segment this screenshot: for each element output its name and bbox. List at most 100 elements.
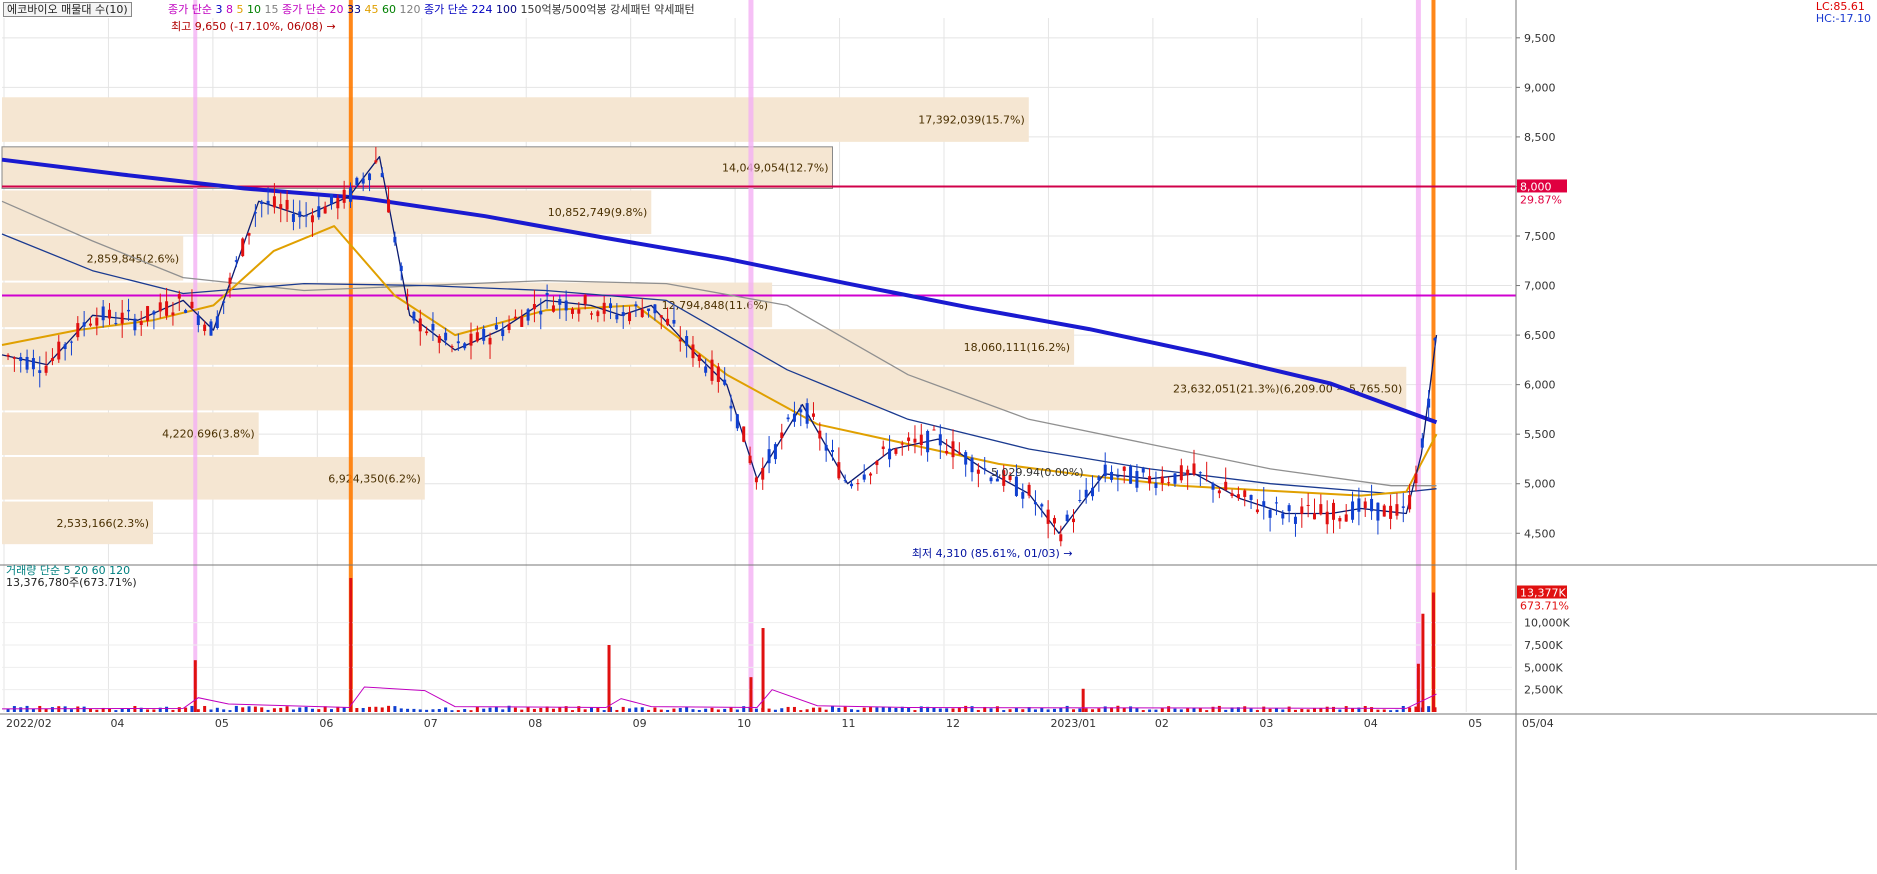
candle-body [748,455,752,464]
volume-bar [1249,708,1253,712]
volume-bar [697,709,701,712]
candle-body [393,236,397,243]
price-badge-label: 8,000 [1520,180,1552,193]
chart-title-box[interactable]: 에코바이오 매물대 수(10) [3,1,132,17]
candle-body [551,305,555,312]
volume-bar [786,706,790,712]
candle-body [964,452,968,465]
candle-body [171,312,175,316]
candle-body [209,321,213,336]
volume-bar [247,706,251,712]
x-tick-label: 08 [528,717,542,730]
volume-bar [964,705,968,712]
candle-body [919,434,923,446]
volume-bar [361,708,365,712]
candle-body [723,379,727,385]
volume-bar [146,709,150,712]
volume-bar [368,706,372,712]
candle-body [19,357,23,361]
volume-spike [1421,613,1425,712]
candle-body [1217,490,1221,494]
candle-body [247,233,251,236]
legend-item: 224 [471,3,496,16]
volume-bar [1097,708,1101,712]
chart-canvas[interactable]: 17,392,039(15.7%) 14,049,054(12.7%) 10,852… [0,0,1877,870]
volume-bar [1255,710,1259,712]
candle-body [63,344,67,350]
candle-body [1224,481,1228,491]
candle-body [12,357,16,359]
candle-body [291,214,295,222]
candle-body [101,306,105,321]
candle-body [659,315,663,318]
candle-body [69,341,73,343]
candle-body [716,366,720,382]
x-tick-label: 04 [110,717,124,730]
volume-bar [190,705,194,712]
legend-item: 종가 단순 [281,3,330,16]
candle-body [691,344,695,359]
candle-body [272,196,276,208]
volume-bar [431,709,435,712]
volume-tick-label: 2,500K [1524,684,1563,697]
candle-body [850,483,854,487]
volume-bar [1217,705,1221,712]
candle-body [82,322,86,327]
min-annotation: 최저 4,310 (85.61%, 01/03) → [912,547,1073,560]
volume-tick-label: 5,000K [1524,661,1563,674]
volume-bar [811,707,815,712]
candle-body [1255,509,1259,513]
candle-body [1262,501,1266,507]
volume-bar [1370,707,1374,712]
volume-bar [374,706,378,712]
candle-body [875,461,879,466]
candle-body [355,177,359,185]
candle-body [76,323,80,338]
candle-body [520,316,524,327]
volume-bar [209,709,213,712]
volume-bar [970,706,974,712]
volume-bar [1281,709,1285,712]
legend-item: 약세패턴 [654,3,695,16]
candle-body [450,346,454,348]
volume-bar [596,707,600,712]
volume-bar [1135,708,1139,712]
highlight-band [1415,0,1421,712]
volume-bar [526,707,530,712]
candle-body [177,294,181,299]
volume-bar [88,708,92,712]
volume-bar [1008,709,1012,712]
volume-bar [1192,708,1196,712]
candle-body [869,473,873,476]
candle-body [628,312,632,322]
candle-body [888,448,892,460]
volume-bar [1351,708,1355,712]
volume-bar [621,706,625,712]
volume-bar [418,709,422,712]
profile-label: 18,060,111(16.2%) [964,341,1071,354]
volume-bar [171,709,175,712]
volume-bar [1243,706,1247,712]
candle-body [222,301,226,303]
volume-bar [1014,708,1018,712]
y-tick-label: 6,000 [1524,379,1556,392]
volume-bar [425,709,429,712]
candle-body [469,333,473,346]
volume-bar [1065,705,1069,712]
profile-label: 2,859,845(2.6%) [87,252,180,265]
candle-body [653,304,657,314]
candle-body [1084,489,1088,498]
candle-body [799,409,803,413]
volume-bar [114,710,118,712]
candle-body [310,215,314,223]
volume-bar [938,708,942,712]
volume-bar [691,709,695,712]
chart-title: 에코바이오 매물대 수(10) [3,2,132,17]
candle-body [767,449,771,464]
volume-bar [685,707,689,712]
volume-bar [704,708,708,712]
x-tick-label: 10 [737,717,751,730]
legend-item: 60 [381,3,400,16]
stock-chart[interactable]: 17,392,039(15.7%) 14,049,054(12.7%) 10,852… [0,0,1877,870]
candle-body [735,414,739,429]
